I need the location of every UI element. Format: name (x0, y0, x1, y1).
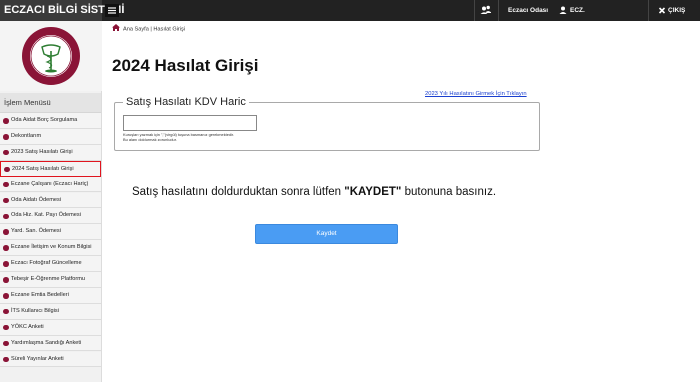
sidebar-item-tebesir[interactable]: Tebeşir E-Öğrenme Platformu (0, 272, 101, 288)
link-2023-hasilat[interactable]: 2023 Yılı Hasılatını Girmek İçin Tıklayı… (425, 91, 527, 97)
menu-bullet-icon (3, 229, 9, 235)
breadcrumb: Ana Sayfa | Hasılat Girişi (112, 24, 185, 34)
menu-bullet-icon (3, 324, 9, 331)
users-icon[interactable] (480, 0, 492, 21)
user-org: Eczacı Odası (508, 7, 549, 14)
sidebar-item-sureli-yayinlar[interactable]: Süreli Yayınlar Anketi (0, 351, 101, 368)
fieldset-legend: Satış Hasılatı KDV Haric (123, 96, 249, 109)
instruction-bold: "KAYDET" (344, 186, 402, 198)
menu-bullet-icon (3, 134, 9, 140)
sidebar: İşlem Menüsü Oda Aidat Borç Sorgulama De… (0, 21, 102, 382)
save-button[interactable]: Kaydet (255, 224, 398, 244)
topbar-divider (498, 0, 499, 21)
menu-bullet-icon (3, 261, 9, 267)
sidebar-item-oda-hiz-kat-payi[interactable]: Oda Hiz. Kat. Payı Ödemesi (0, 208, 101, 225)
main-content: Ana Sayfa | Hasılat Girişi 2024 Hasılat … (102, 21, 700, 382)
home-icon[interactable] (112, 24, 120, 34)
menu-bullet-icon (3, 340, 9, 347)
sidebar-item-dekontlarim[interactable]: Dekontlarım (0, 128, 101, 145)
topbar-divider (474, 0, 475, 21)
menu-bullet-icon (3, 213, 9, 220)
menu-bullet-icon (3, 293, 9, 299)
menu-title: İşlem Menüsü (0, 93, 101, 113)
sidebar-item-emtia-bedelleri[interactable]: Eczane Emtia Bedelleri (0, 287, 101, 304)
sidebar-item-eczane-calisani[interactable]: Eczane Çalışanı (Eczacı Hariç) (0, 176, 101, 193)
sidebar-item-oda-aidati-odemesi[interactable]: Oda Aidatı Ödemesi (0, 192, 101, 209)
sidebar-item-eczane-iletisim[interactable]: Eczane İletişim ve Konum Bilgisi (0, 240, 101, 257)
menu-bullet-icon (3, 308, 9, 315)
menu-bullet-icon (3, 149, 9, 156)
menu-bullet-icon (3, 181, 9, 188)
sidebar-item-yard-san-odemesi[interactable]: Yard. San. Ödemesi (0, 224, 101, 241)
page-title: 2024 Hasılat Girişi (112, 56, 259, 75)
sidebar-item-yardimlasma-anketi[interactable]: Yardımlaşma Sandığı Anketi (0, 335, 101, 352)
user-icon (559, 0, 567, 21)
menu-bullet-icon (3, 197, 9, 204)
menu-bullet-icon (3, 277, 9, 283)
sidebar-item-oda-aidat-borc-sorgulama[interactable]: Oda Aidat Borç Sorgulama (0, 113, 101, 129)
menu-bullet-icon (3, 118, 9, 124)
sidebar-item-its-kullanici[interactable]: İTS Kullanıcı Bilgisi (0, 303, 101, 320)
top-bar: ECZACI BİLGİ SİSTEMİ Eczacı Odası ECZ. Ç… (0, 0, 700, 21)
app-title[interactable]: ECZACI BİLGİ SİSTEMİ (0, 0, 124, 21)
user-name[interactable]: ECZ. (570, 0, 585, 21)
sidebar-item-2024-hasilat[interactable]: 2024 Satış Hasılatı Girişi (0, 160, 101, 177)
breadcrumb-text[interactable]: Ana Sayfa | Hasılat Girişi (123, 26, 185, 32)
menu-bullet-icon (4, 166, 10, 173)
menu-bullet-icon (3, 245, 9, 251)
logout-button[interactable]: ÇIKIŞ (668, 0, 685, 21)
sidebar-item-2023-hasilat[interactable]: 2023 Satış Hasılatı Girişi (0, 144, 101, 161)
menu-bullet-icon (3, 356, 9, 363)
topbar-divider (648, 0, 649, 21)
sidebar-item-yokc-anketi[interactable]: YÖKC Anketi (0, 319, 101, 336)
sidebar-item-fotograf-guncelleme[interactable]: Eczacı Fotoğraf Güncelleme (0, 256, 101, 272)
teb-logo (22, 27, 80, 85)
close-icon[interactable] (658, 0, 666, 21)
input-hint-required: Bu alanı doldurmak zorunludur. (123, 137, 177, 142)
logo-area (0, 21, 102, 91)
hasilat-input[interactable] (123, 115, 257, 131)
instruction-text: Satış hasılatını doldurduktan sonra lütf… (132, 186, 497, 198)
menu-toggle-icon[interactable] (105, 4, 119, 17)
